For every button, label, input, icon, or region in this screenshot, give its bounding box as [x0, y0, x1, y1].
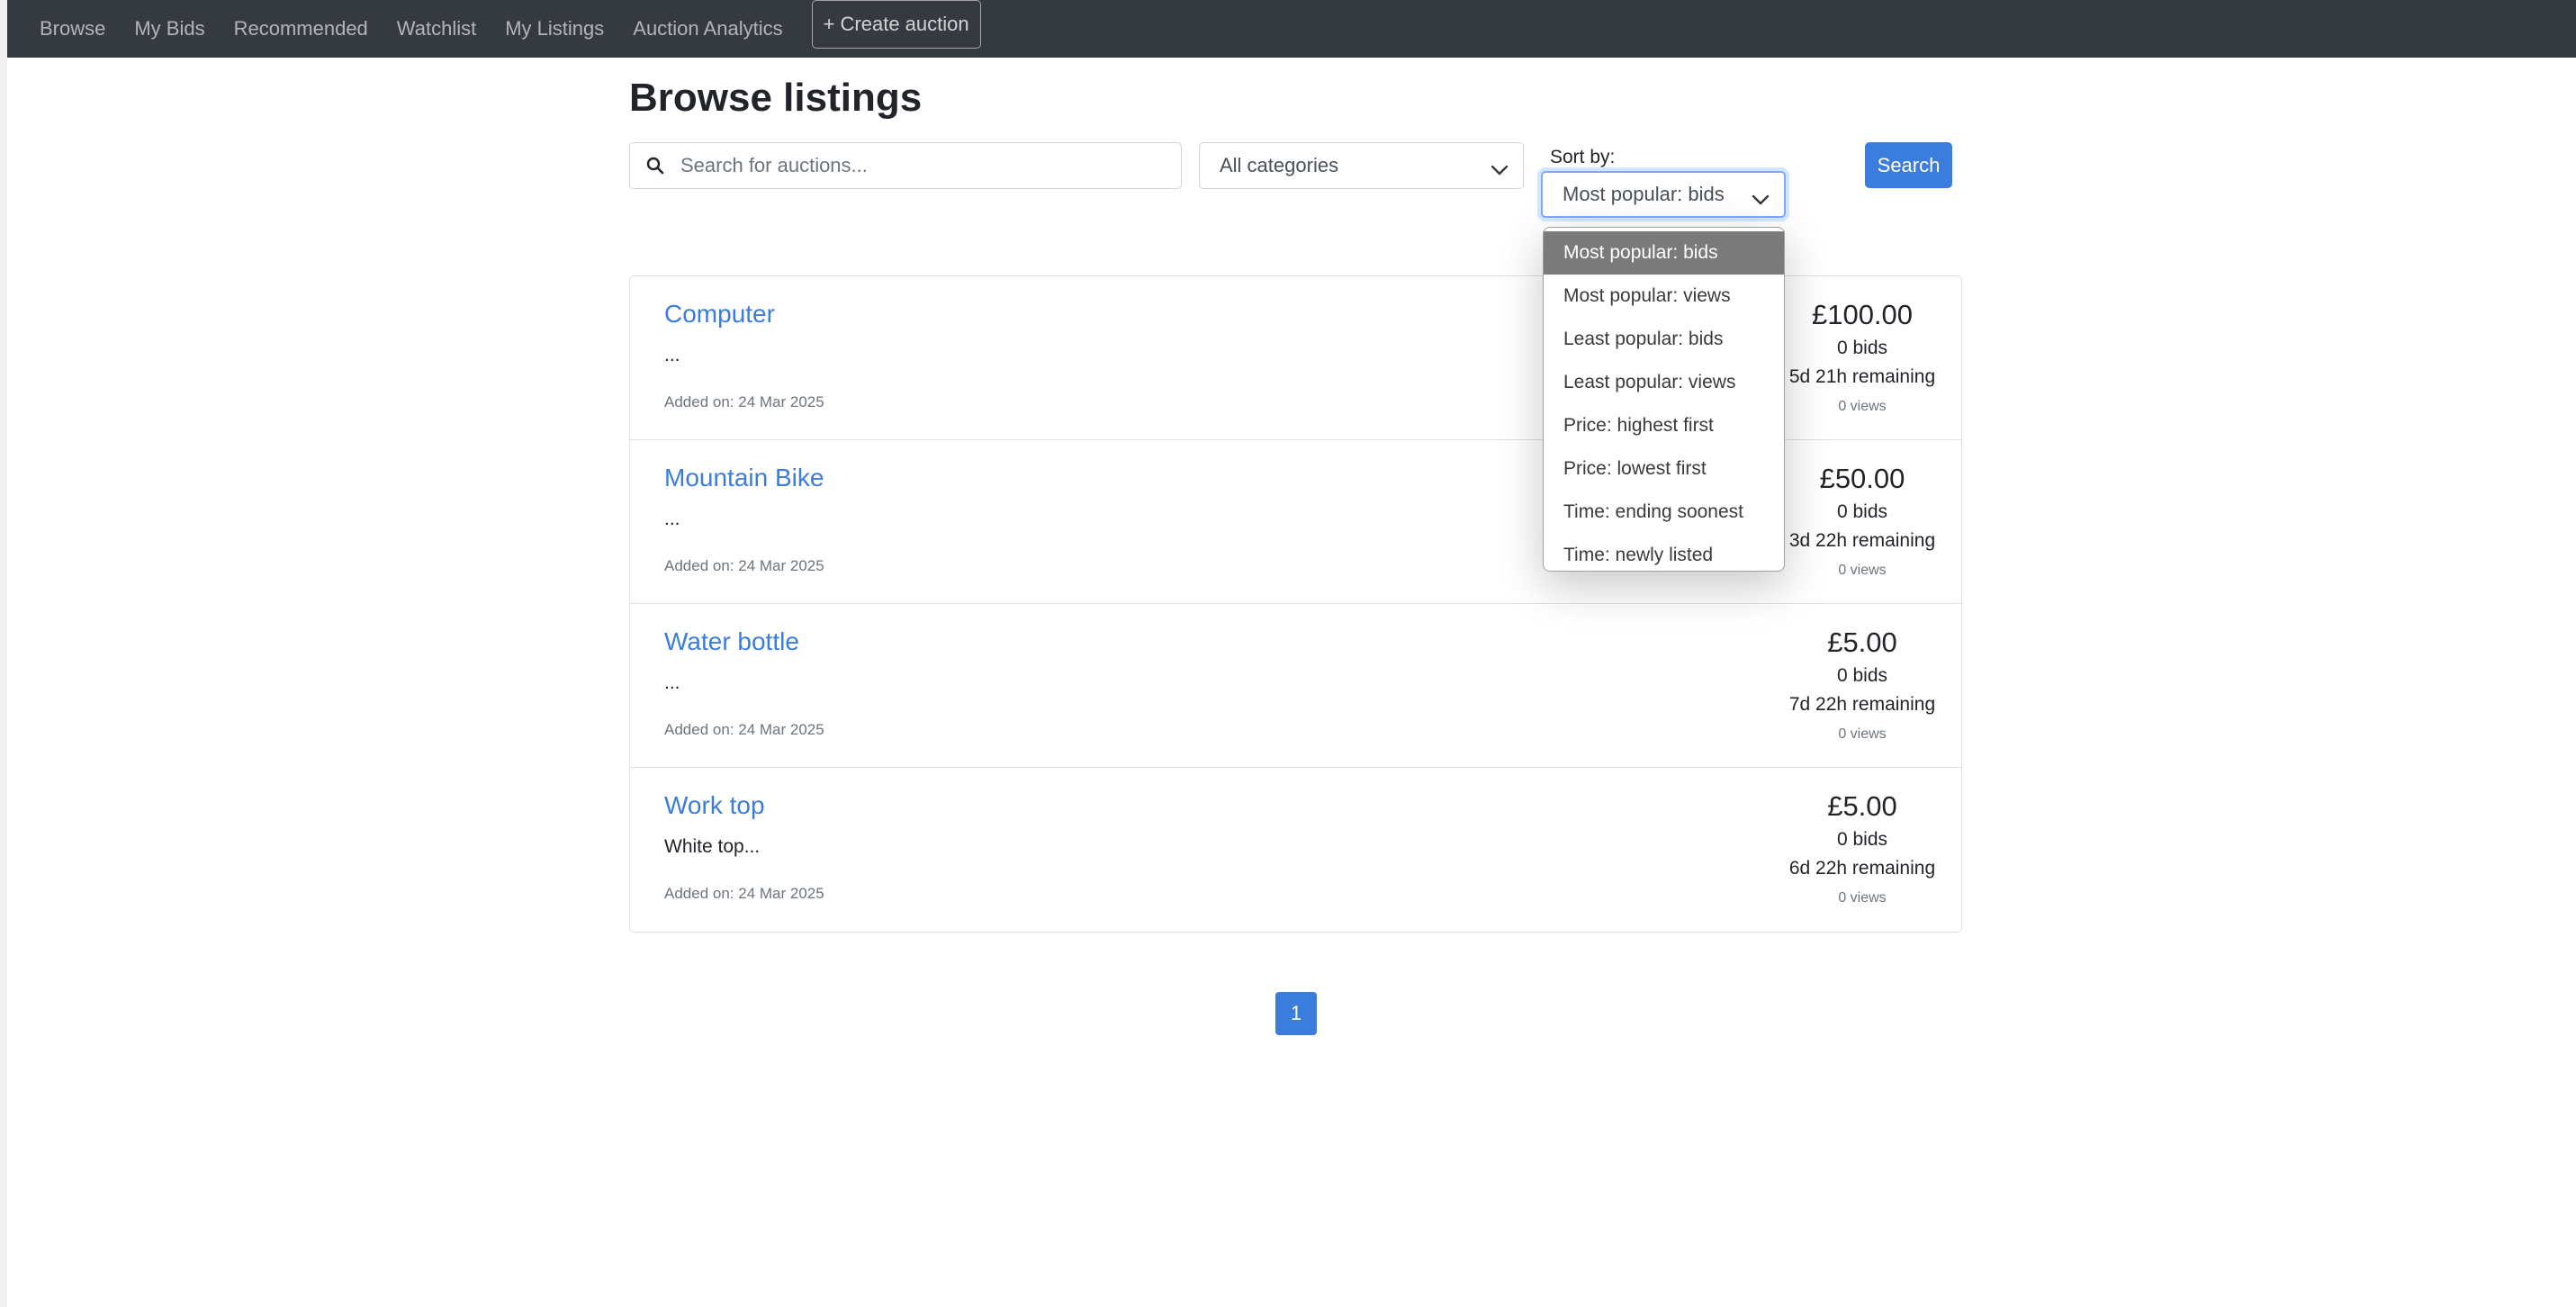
- sort-option-newly-listed[interactable]: Time: newly listed: [1544, 534, 1784, 577]
- sort-option-least-popular-bids[interactable]: Least popular: bids: [1544, 318, 1784, 361]
- window-edge: [0, 0, 7, 1307]
- listing-stats: £50.00 0 bids 3d 22h remaining 0 views: [1763, 460, 1961, 586]
- nav-browse[interactable]: Browse: [40, 17, 105, 41]
- listing-item: Water bottle ... Added on: 24 Mar 2025 £…: [630, 604, 1961, 768]
- sort-option-price-lowest[interactable]: Price: lowest first: [1544, 447, 1784, 491]
- listing-bids: 0 bids: [1836, 829, 1888, 850]
- listing-price: £5.00: [1827, 790, 1897, 822]
- listing-views: 0 views: [1838, 399, 1887, 414]
- listing-bids: 0 bids: [1836, 665, 1888, 686]
- search-field[interactable]: [629, 142, 1182, 189]
- listing-remaining: 3d 22h remaining: [1788, 530, 1936, 551]
- top-navbar: Browse My Bids Recommended Watchlist My …: [7, 0, 2576, 58]
- listing-description: White top...: [664, 836, 761, 857]
- pagination-page-1[interactable]: 1: [1275, 992, 1317, 1035]
- listing-title-link[interactable]: Work top: [664, 791, 765, 820]
- listing-bids: 0 bids: [1836, 338, 1888, 358]
- category-select-value: All categories: [1220, 154, 1339, 176]
- sort-option-most-popular-views[interactable]: Most popular: views: [1544, 275, 1784, 318]
- nav-my-listings[interactable]: My Listings: [505, 17, 604, 41]
- sort-option-price-highest[interactable]: Price: highest first: [1544, 404, 1784, 447]
- sort-label: Sort by:: [1550, 147, 1616, 167]
- listing-item: Work top White top... Added on: 24 Mar 2…: [630, 768, 1961, 932]
- page-title: Browse listings: [629, 76, 923, 120]
- listing-price: £100.00: [1811, 299, 1914, 330]
- sort-dropdown-menu: Most popular: bids Most popular: views L…: [1543, 227, 1785, 572]
- listing-added-date: Added on: 24 Mar 2025: [664, 885, 824, 902]
- listing-price: £5.00: [1827, 626, 1897, 658]
- listing-price: £50.00: [1819, 463, 1905, 494]
- listing-added-date: Added on: 24 Mar 2025: [664, 393, 824, 410]
- nav-auction-analytics[interactable]: Auction Analytics: [633, 17, 782, 41]
- listing-stats: £5.00 0 bids 6d 22h remaining 0 views: [1763, 788, 1961, 914]
- sort-option-least-popular-views[interactable]: Least popular: views: [1544, 361, 1784, 404]
- listing-views: 0 views: [1838, 726, 1887, 742]
- listing-stats: £5.00 0 bids 7d 22h remaining 0 views: [1763, 624, 1961, 750]
- search-input[interactable]: [680, 154, 1148, 177]
- listing-stats: £100.00 0 bids 5d 21h remaining 0 views: [1763, 296, 1961, 422]
- sort-option-most-popular-bids[interactable]: Most popular: bids: [1544, 231, 1784, 275]
- listing-views: 0 views: [1838, 563, 1887, 578]
- listing-description: ...: [664, 672, 680, 693]
- nav-watchlist[interactable]: Watchlist: [397, 17, 476, 41]
- page: Browse My Bids Recommended Watchlist My …: [0, 0, 2576, 1307]
- nav-recommended[interactable]: Recommended: [234, 17, 368, 41]
- nav-my-bids[interactable]: My Bids: [134, 17, 204, 41]
- listing-remaining: 5d 21h remaining: [1788, 366, 1936, 387]
- listing-bids: 0 bids: [1836, 501, 1888, 522]
- listing-remaining: 6d 22h remaining: [1788, 858, 1936, 879]
- listing-title-link[interactable]: Mountain Bike: [664, 464, 824, 492]
- listing-title-link[interactable]: Computer: [664, 300, 775, 329]
- listing-added-date: Added on: 24 Mar 2025: [664, 721, 824, 738]
- listing-description: ...: [664, 509, 680, 529]
- listing-remaining: 7d 22h remaining: [1788, 694, 1936, 715]
- sort-select[interactable]: Most popular: bids: [1541, 171, 1786, 218]
- search-button[interactable]: Search: [1865, 142, 1952, 188]
- chevron-down-icon: [1752, 188, 1770, 212]
- create-auction-button[interactable]: + Create auction: [811, 0, 981, 49]
- chevron-down-icon: [1491, 158, 1509, 182]
- listing-title-link[interactable]: Water bottle: [664, 627, 799, 656]
- listing-added-date: Added on: 24 Mar 2025: [664, 557, 824, 574]
- category-select[interactable]: All categories: [1199, 142, 1524, 189]
- sort-option-ending-soonest[interactable]: Time: ending soonest: [1544, 491, 1784, 534]
- search-icon: [630, 142, 680, 189]
- listing-views: 0 views: [1838, 890, 1887, 906]
- sort-select-value: Most popular: bids: [1563, 183, 1725, 205]
- listing-description: ...: [664, 345, 680, 365]
